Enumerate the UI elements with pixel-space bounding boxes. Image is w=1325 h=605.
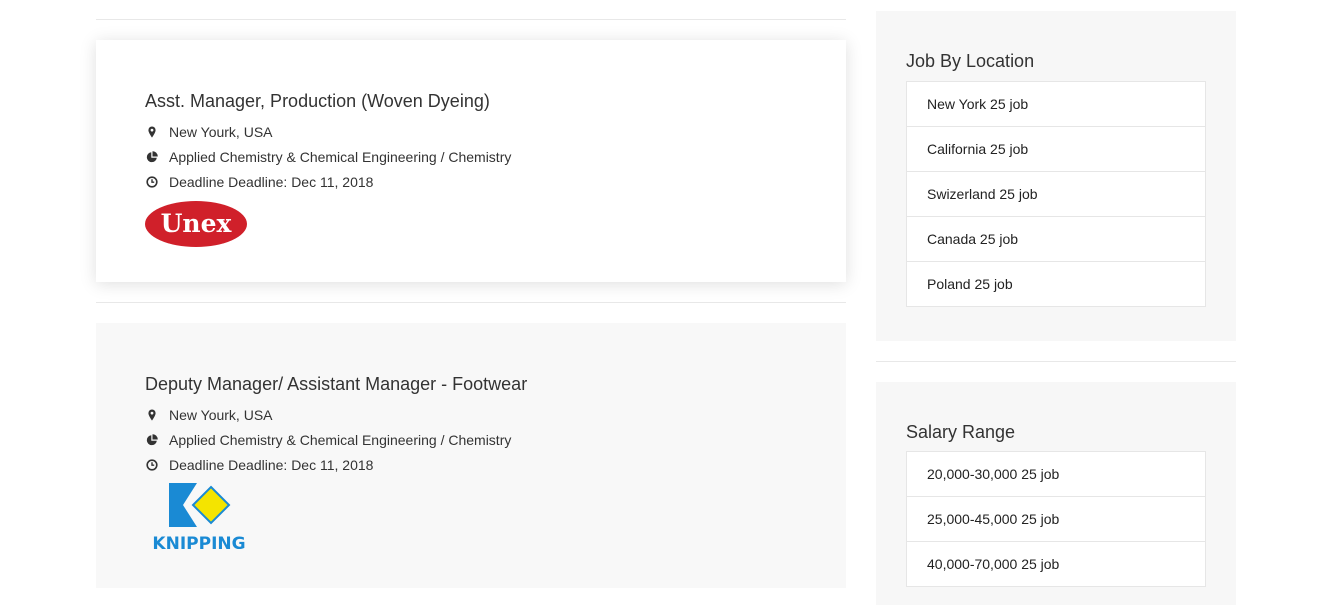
job-location-text: New Yourk, USA: [169, 123, 273, 140]
clock-icon: [145, 458, 159, 472]
widget-title: Salary Range: [906, 422, 1016, 442]
salary-list: 20,000-30,000 25 job 25,000-45,000 25 jo…: [906, 451, 1206, 587]
card-divider: [96, 302, 846, 303]
clock-icon: [145, 175, 159, 189]
logo-text: Unex: [161, 209, 233, 238]
logo-text: KNIPPING: [152, 534, 245, 553]
job-card[interactable]: Deputy Manager/ Assistant Manager - Foot…: [96, 323, 846, 588]
location-item[interactable]: California 25 job: [906, 126, 1206, 172]
job-card[interactable]: Asst. Manager, Production (Woven Dyeing)…: [96, 40, 846, 282]
job-category-text: Applied Chemistry & Chemical Engineering…: [169, 148, 512, 165]
job-title[interactable]: Deputy Manager/ Assistant Manager - Foot…: [145, 374, 846, 394]
job-category: Applied Chemistry & Chemical Engineering…: [145, 427, 846, 452]
location-item[interactable]: New York 25 job: [906, 81, 1206, 127]
location-item[interactable]: Poland 25 job: [906, 261, 1206, 307]
map-marker-icon: [145, 408, 159, 422]
job-category-text: Applied Chemistry & Chemical Engineering…: [169, 431, 512, 448]
job-location: New Yourk, USA: [145, 119, 846, 144]
job-by-location-widget: Job By Location New York 25 job Californ…: [876, 11, 1236, 341]
company-logo-unex[interactable]: Unex: [145, 200, 846, 253]
salary-range-widget: Salary Range 20,000-30,000 25 job 25,000…: [876, 382, 1236, 605]
company-logo-knipping[interactable]: KNIPPING: [145, 483, 846, 558]
salary-item[interactable]: 25,000-45,000 25 job: [906, 496, 1206, 542]
top-divider: [96, 19, 846, 20]
job-location-text: New Yourk, USA: [169, 406, 273, 423]
job-location: New Yourk, USA: [145, 402, 846, 427]
widget-title: Job By Location: [906, 51, 1035, 71]
job-deadline-text: Deadline Deadline: Dec 11, 2018: [169, 173, 374, 190]
pie-chart-icon: [145, 150, 159, 164]
location-item[interactable]: Canada 25 job: [906, 216, 1206, 262]
pie-chart-icon: [145, 433, 159, 447]
job-deadline: Deadline Deadline: Dec 11, 2018: [145, 169, 846, 194]
sidebar-divider: [876, 361, 1236, 362]
location-list: New York 25 job California 25 job Swizer…: [906, 81, 1206, 307]
job-title[interactable]: Asst. Manager, Production (Woven Dyeing): [145, 91, 846, 111]
job-deadline-text: Deadline Deadline: Dec 11, 2018: [169, 456, 374, 473]
job-deadline: Deadline Deadline: Dec 11, 2018: [145, 452, 846, 477]
location-item[interactable]: Swizerland 25 job: [906, 171, 1206, 217]
map-marker-icon: [145, 125, 159, 139]
salary-item[interactable]: 20,000-30,000 25 job: [906, 451, 1206, 497]
salary-item[interactable]: 40,000-70,000 25 job: [906, 541, 1206, 587]
job-category: Applied Chemistry & Chemical Engineering…: [145, 144, 846, 169]
